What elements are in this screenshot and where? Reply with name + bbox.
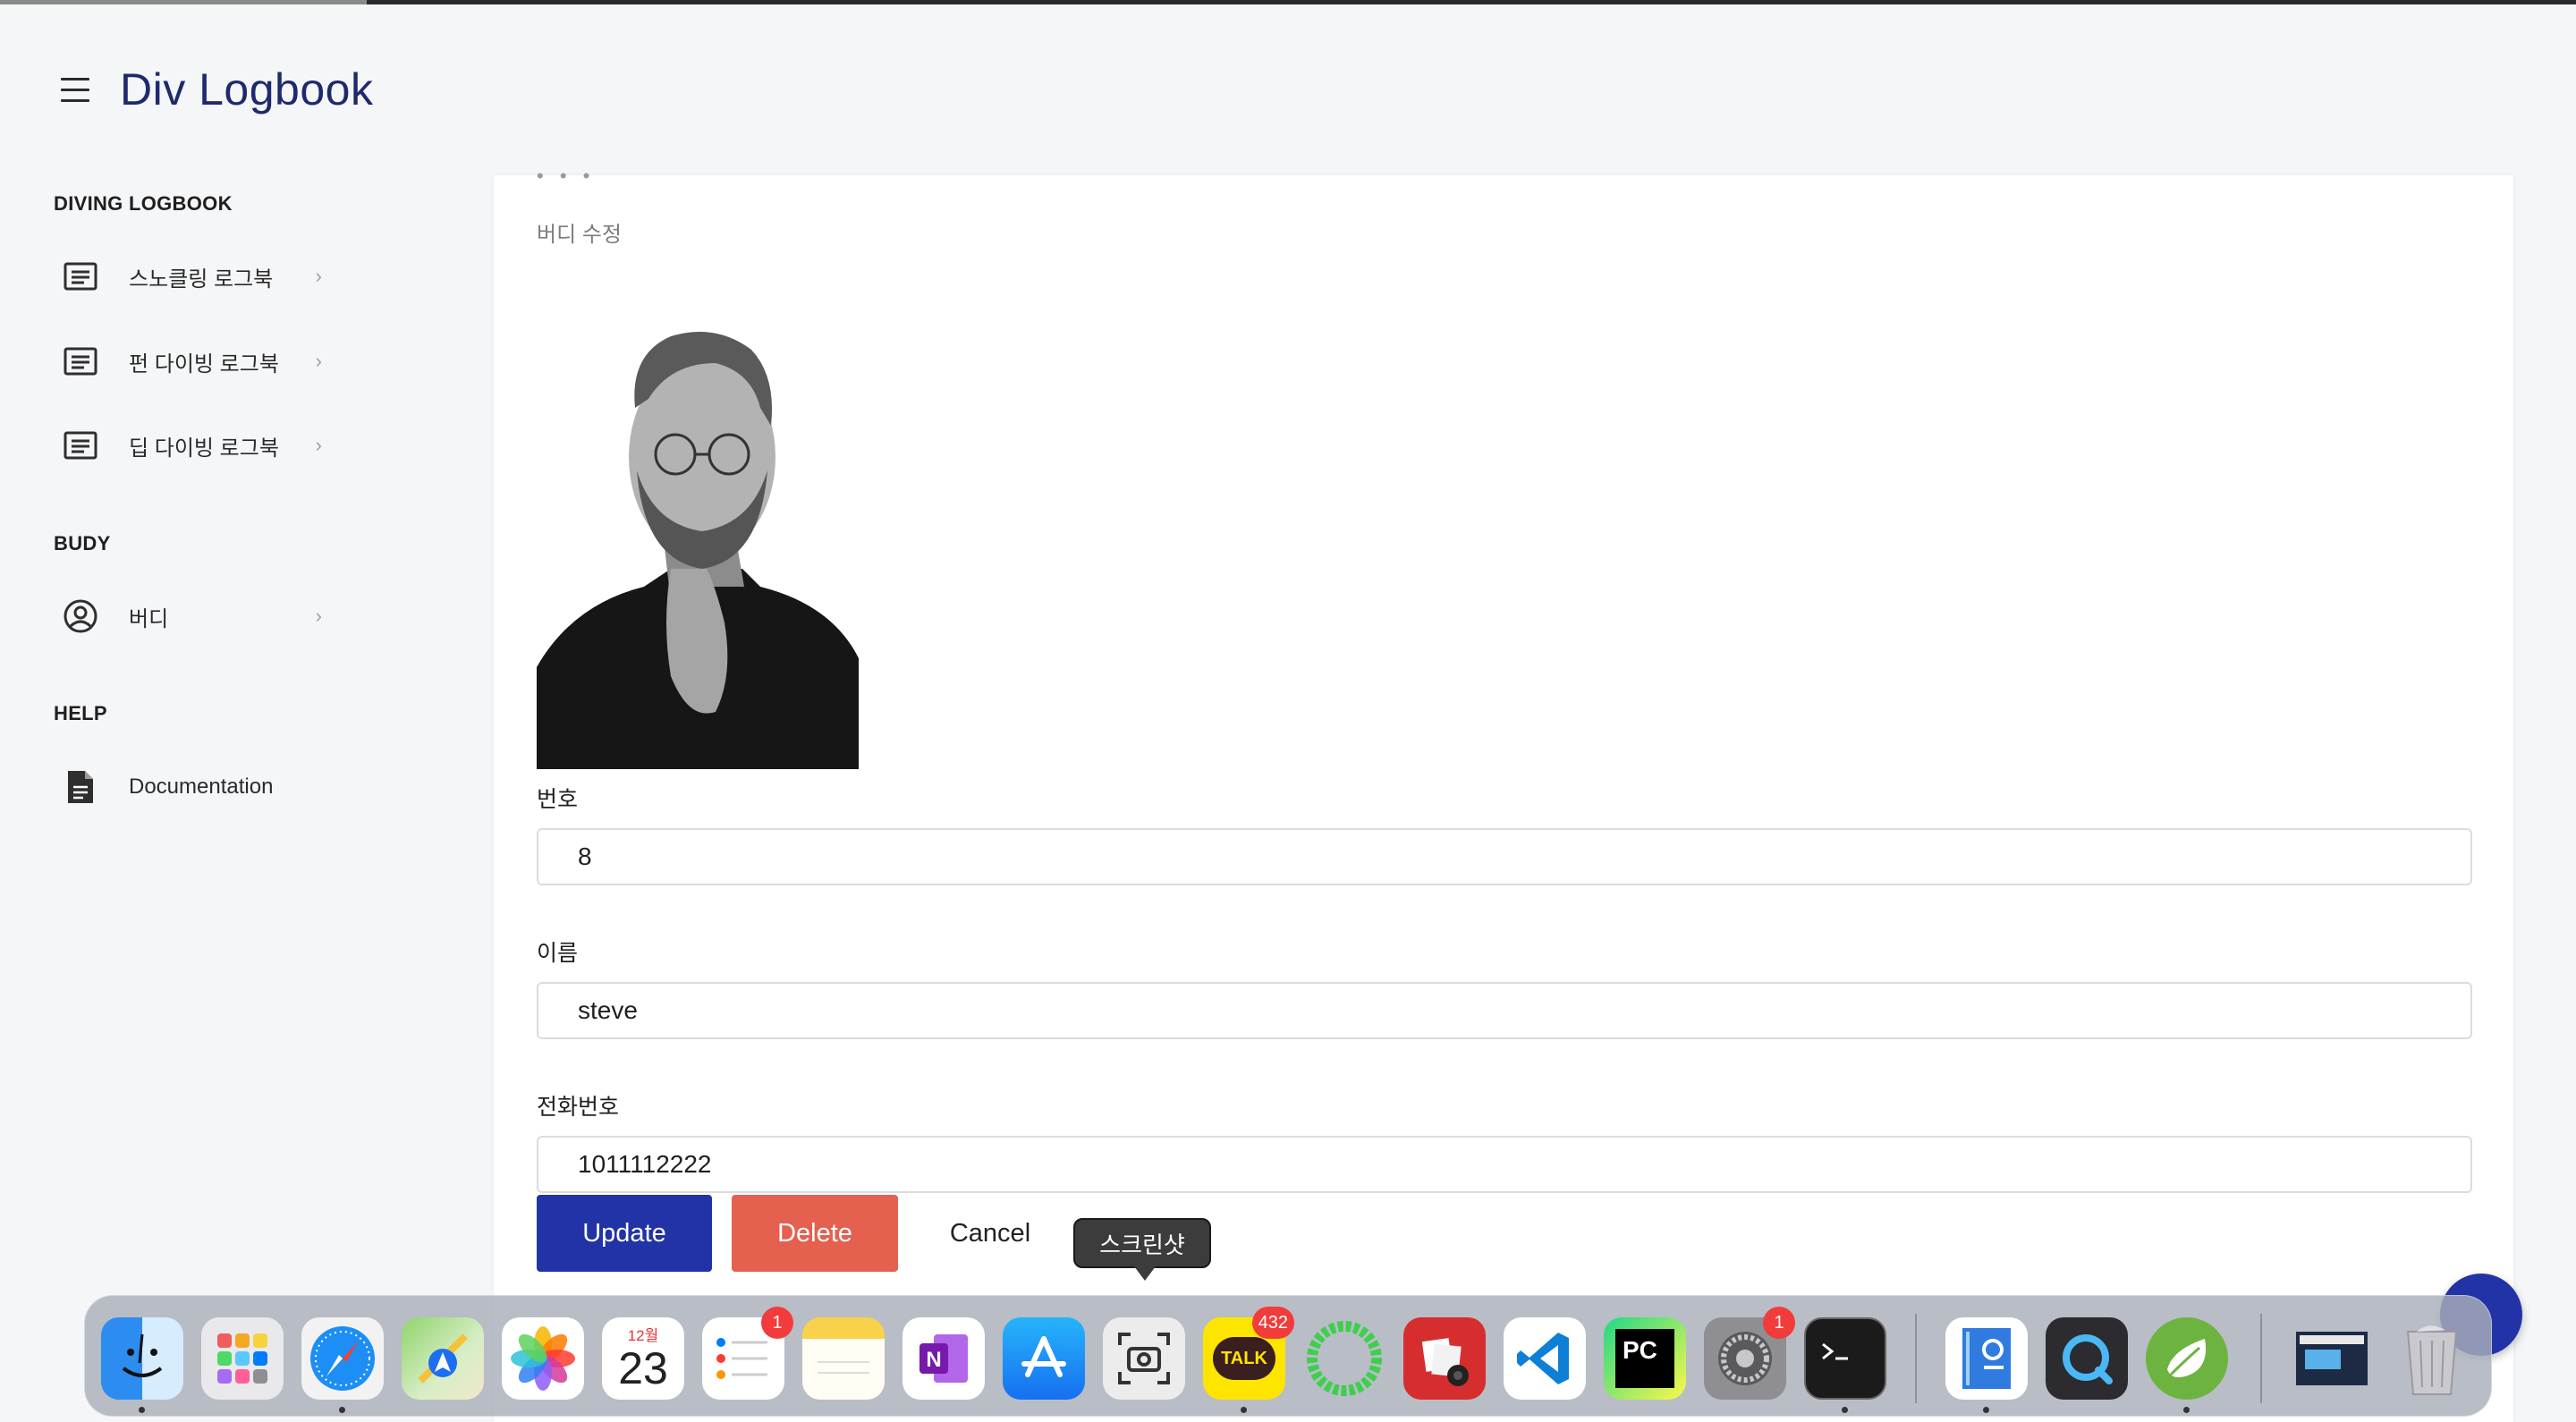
number-field[interactable] xyxy=(537,828,2472,885)
name-label: 이름 xyxy=(537,941,579,966)
app-store-icon[interactable] xyxy=(1003,1317,1085,1400)
page-subtitle: 버디 수정 xyxy=(537,223,622,247)
section-title-budy: BUDY xyxy=(54,532,111,554)
sidebar-item-label: 버디 xyxy=(129,606,169,631)
screenshot-icon[interactable] xyxy=(1103,1317,1185,1400)
notes-icon[interactable] xyxy=(802,1317,885,1400)
chevron-right-icon: › xyxy=(315,350,322,372)
macos-dock: 12월 23 1 N TALK 432 PC 1 xyxy=(84,1295,2492,1417)
budy-photo xyxy=(537,300,859,769)
dock-separator xyxy=(1915,1314,1917,1403)
sidebar-item-label: 펀 다이빙 로그북 xyxy=(129,351,279,377)
number-label: 번호 xyxy=(537,787,579,812)
running-indicator xyxy=(2183,1407,2190,1413)
phone-label: 전화번호 xyxy=(537,1095,620,1120)
chevron-right-icon: › xyxy=(315,434,322,456)
maps-icon[interactable] xyxy=(402,1317,484,1400)
calendar-month: 12월 xyxy=(627,1327,659,1344)
app-window: Div Logbook DIVING LOGBOOK 스노클링 로그북 › 펀 … xyxy=(0,0,2576,1422)
app-header: Div Logbook xyxy=(0,4,2576,174)
running-indicator xyxy=(1842,1407,1848,1413)
name-field[interactable] xyxy=(537,982,2472,1039)
svg-text:N: N xyxy=(926,1348,941,1372)
reminders-badge: 1 xyxy=(761,1307,793,1339)
reminders-icon[interactable]: 1 xyxy=(702,1307,793,1400)
finder-icon[interactable] xyxy=(101,1317,183,1400)
sidebar-item-snorkeling-logbook[interactable]: 스노클링 로그북 › xyxy=(54,249,340,304)
onenote-icon[interactable]: N xyxy=(902,1317,985,1400)
hangul-icon[interactable] xyxy=(1945,1317,2028,1400)
pycharm-label: PC xyxy=(1615,1329,1674,1388)
settings-icon[interactable]: 1 xyxy=(1704,1307,1795,1400)
sidebar: DIVING LOGBOOK 스노클링 로그북 › 펀 다이빙 로그북 › 딥 … xyxy=(0,174,494,1422)
list-alt-icon xyxy=(54,334,107,388)
running-indicator xyxy=(139,1407,145,1413)
green-ring-icon[interactable] xyxy=(1303,1317,1385,1400)
running-indicator xyxy=(339,1407,345,1413)
section-title-diving-logbook: DIVING LOGBOOK xyxy=(54,192,233,215)
list-alt-icon xyxy=(54,419,107,472)
vscode-icon[interactable] xyxy=(1504,1317,1586,1400)
dock-tooltip: 스크린샷 xyxy=(1073,1218,1211,1281)
spring-icon[interactable] xyxy=(2146,1317,2228,1400)
document-icon xyxy=(54,760,107,814)
sidebar-item-label: 스노클링 로그북 xyxy=(129,267,274,292)
terminal-icon[interactable] xyxy=(1804,1317,1886,1400)
quicktime-icon[interactable] xyxy=(2046,1317,2128,1400)
sidebar-item-budy[interactable]: 버디 › xyxy=(54,588,340,644)
safari-icon[interactable] xyxy=(301,1317,384,1400)
settings-badge: 1 xyxy=(1763,1307,1795,1339)
pycharm-icon[interactable]: PC xyxy=(1604,1317,1686,1400)
photo-booth-icon[interactable] xyxy=(1403,1317,1486,1400)
trash-icon[interactable] xyxy=(2391,1317,2473,1400)
sidebar-item-fun-diving-logbook[interactable]: 펀 다이빙 로그북 › xyxy=(54,334,340,389)
sidebar-item-deep-diving-logbook[interactable]: 딥 다이빙 로그북 › xyxy=(54,418,340,473)
delete-button[interactable]: Delete xyxy=(732,1195,898,1272)
kakaotalk-badge: 432 xyxy=(1251,1307,1294,1339)
sidebar-item-documentation[interactable]: Documentation xyxy=(54,759,340,815)
account-circle-icon xyxy=(54,589,107,643)
kakaotalk-label: TALK xyxy=(1213,1337,1275,1380)
sidebar-item-label: 딥 다이빙 로그북 xyxy=(129,436,279,461)
menu-icon[interactable] xyxy=(61,78,91,103)
app-title: Div Logbook xyxy=(120,64,374,114)
chevron-right-icon: › xyxy=(315,605,322,627)
chevron-right-icon: › xyxy=(315,265,322,287)
calendar-day: 23 xyxy=(618,1343,668,1393)
update-button[interactable]: Update xyxy=(537,1195,712,1272)
phone-field[interactable] xyxy=(537,1136,2472,1193)
launchpad-icon[interactable] xyxy=(201,1317,284,1400)
budy-edit-card: • • • 버디 수정 번호 8 이름 steve 전화번호 101111222… xyxy=(494,165,2513,1422)
calendar-icon[interactable]: 12월 23 xyxy=(602,1317,684,1400)
card-heading-cutoff: • • • xyxy=(537,165,596,187)
list-alt-icon xyxy=(54,250,107,303)
sidebar-item-label: Documentation xyxy=(129,774,274,799)
cancel-button[interactable]: Cancel xyxy=(923,1195,1057,1272)
kakaotalk-icon[interactable]: TALK 432 xyxy=(1203,1307,1294,1400)
section-title-help: HELP xyxy=(54,702,107,724)
running-indicator xyxy=(1983,1407,1989,1413)
dock-separator xyxy=(2260,1314,2262,1403)
screenshot-folder-icon[interactable] xyxy=(2291,1317,2373,1400)
photos-icon[interactable] xyxy=(502,1317,584,1400)
running-indicator xyxy=(1241,1407,1247,1413)
